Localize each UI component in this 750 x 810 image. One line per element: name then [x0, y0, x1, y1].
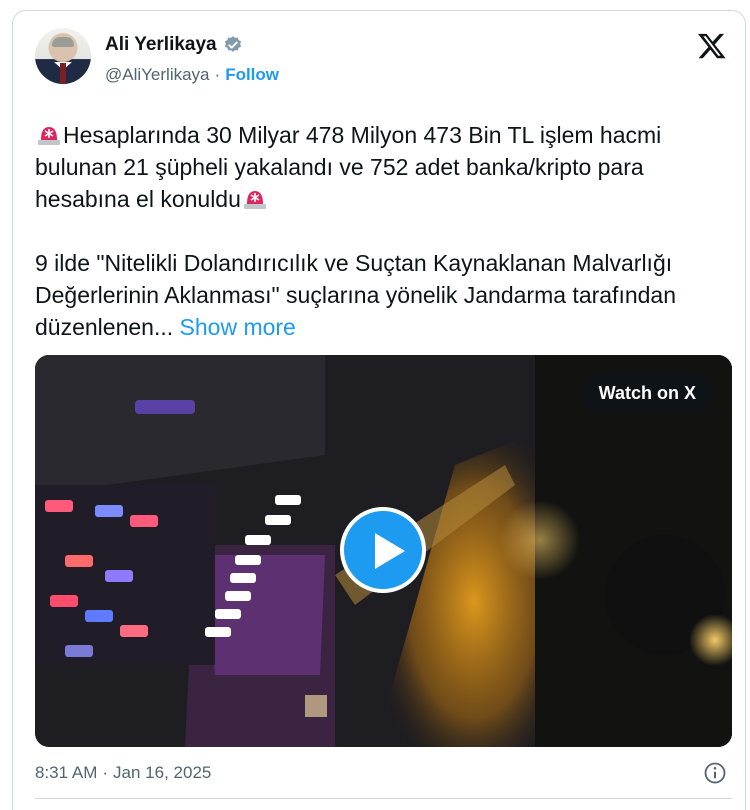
divider: [35, 798, 732, 799]
author-name-line: Ali Yerlikaya: [105, 34, 243, 56]
tweet-card[interactable]: Ali Yerlikaya @AliYerlikaya · Follow Hes…: [12, 10, 746, 810]
play-icon[interactable]: [340, 507, 426, 593]
info-icon[interactable]: [703, 761, 727, 785]
avatar[interactable]: [35, 28, 91, 84]
show-more-link[interactable]: Show more: [180, 314, 296, 340]
video-thumbnail[interactable]: Watch on X: [35, 355, 732, 747]
separator-dot: ·: [214, 65, 221, 84]
author-name[interactable]: Ali Yerlikaya: [105, 34, 217, 56]
tweet-date: Jan 16, 2025: [113, 763, 212, 782]
tweet-text: Hesaplarında 30 Milyar 478 Milyon 473 Bi…: [35, 119, 735, 343]
follow-button[interactable]: Follow: [225, 65, 279, 85]
handle-line: @AliYerlikaya · Follow: [105, 65, 279, 85]
watch-on-x-button[interactable]: Watch on X: [580, 372, 714, 414]
separator-dot: ·: [102, 763, 109, 782]
x-logo-icon[interactable]: [697, 31, 727, 61]
siren-emoji-icon: [38, 127, 60, 145]
tweet-timestamp[interactable]: 8:31 AM · Jan 16, 2025: [35, 763, 211, 783]
verified-badge-icon: [224, 36, 241, 52]
author-handle[interactable]: @AliYerlikaya: [105, 65, 210, 85]
siren-emoji-icon: [243, 191, 266, 209]
tweet-paragraph-1: Hesaplarında 30 Milyar 478 Milyon 473 Bi…: [35, 122, 668, 212]
tweet-paragraph-2: 9 ilde "Nitelikli Dolandırıcılık ve Suçt…: [35, 250, 683, 340]
tweet-time: 8:31 AM: [35, 763, 98, 782]
